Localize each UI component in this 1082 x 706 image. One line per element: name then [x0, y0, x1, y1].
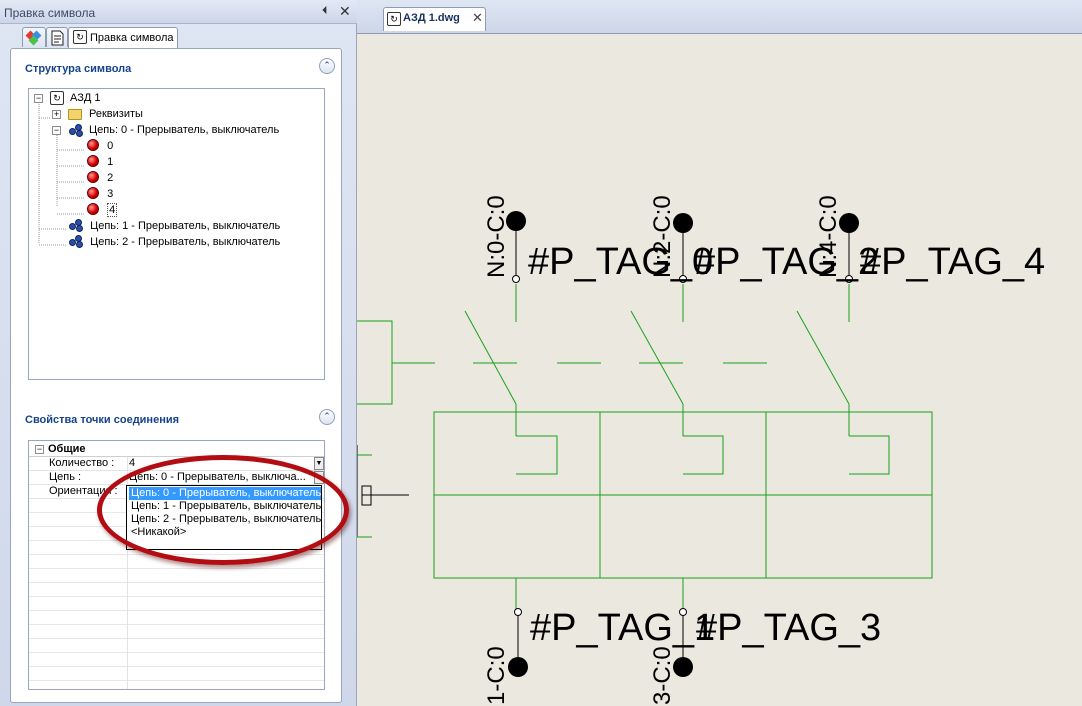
tree-node-label: Цепь: 0 - Прерыватель, выключатель — [89, 124, 280, 136]
tab-symbol-edit[interactable]: ↻ Правка символа — [68, 27, 178, 48]
tree-node-label: Цепь: 2 - Прерыватель, выключатель — [90, 236, 281, 248]
drawing-file-icon: ↻ — [387, 12, 401, 26]
prop-group-general[interactable]: − Общие — [29, 443, 324, 457]
structure-header: Структура символа — [25, 63, 132, 75]
tag-label: #P_TAG_1 — [530, 607, 716, 649]
palette-tabs: ↻ Правка символа — [0, 24, 357, 48]
tag-label: #P_TAG_2 — [694, 241, 880, 283]
tag-label: #P_TAG_0 — [528, 241, 714, 283]
schematic-drawing — [357, 211, 933, 677]
symbol-edit-icon: ↻ — [73, 30, 87, 44]
palette-title: Правка символа — [4, 6, 96, 20]
tree-node-label: Цепь: 1 - Прерыватель, выключатель — [90, 220, 281, 232]
pin-label: N:3-C:0 — [649, 646, 676, 706]
document-tab[interactable]: ↻ АЗД 1.dwg ✕ — [383, 7, 486, 31]
props-header: Свойства точки соединения — [25, 414, 180, 426]
collapse-structure-button[interactable]: ⌃ — [319, 58, 335, 74]
switch-3 — [796, 284, 850, 436]
tab-symbol-edit-label: Правка символа — [90, 32, 174, 44]
tree-guide-lines — [38, 104, 85, 246]
close-icon[interactable]: ✕ — [472, 10, 483, 26]
collapse-icon[interactable]: − — [35, 445, 44, 454]
switch-2 — [630, 284, 767, 436]
dropdown-arrow-icon[interactable]: ▼ — [314, 457, 324, 470]
switch-1 — [464, 284, 601, 436]
tag-label: #P_TAG_3 — [696, 607, 882, 649]
layers-icon — [25, 30, 42, 46]
pin-icon[interactable]: ⏴ — [322, 5, 328, 18]
document-tab-strip: ↻ АЗД 1.dwg ✕ — [357, 0, 1082, 34]
collapse-props-button[interactable]: ⌃ — [319, 409, 335, 425]
prop-name: Цепь : — [49, 471, 82, 483]
pin-label: N:1-C:0 — [483, 646, 510, 706]
document-tab-label: АЗД 1.dwg — [403, 12, 460, 24]
drawing-canvas[interactable]: N:0-C:0 N:2-C:0 N:4-C:0 #P_TAG_0 #P_TAG_… — [357, 34, 1082, 706]
symbol-structure-tree[interactable]: − ↻ АЗД 1 + Реквизиты − Цепь: 0 - Прерыв… — [28, 88, 325, 380]
highlight-ellipse — [97, 455, 349, 565]
symbol-editor-palette: Правка символа ⏴ ✕ ↻ Правка символа Стру… — [0, 0, 357, 706]
close-icon[interactable]: ✕ — [339, 3, 351, 20]
palette-titlebar[interactable]: Правка символа ⏴ ✕ — [0, 0, 357, 24]
document-icon — [51, 30, 64, 46]
pin-label: N:0-C:0 — [483, 195, 510, 278]
tag-label: #P_TAG_4 — [860, 241, 1046, 283]
tab-layers[interactable] — [22, 27, 46, 47]
prop-group-label: Общие — [48, 443, 86, 455]
prop-name: Количество : — [49, 457, 115, 469]
tab-document[interactable] — [46, 27, 68, 47]
